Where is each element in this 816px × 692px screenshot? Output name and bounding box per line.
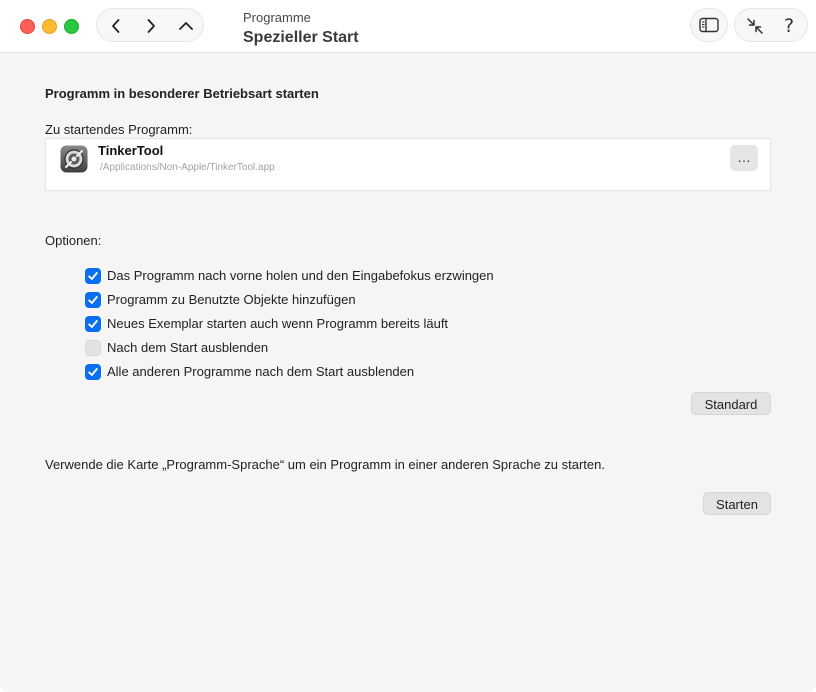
chevron-right-icon	[147, 19, 155, 33]
toolbar-right-group: ?	[734, 8, 808, 42]
checkbox-hide-after-start[interactable]	[85, 340, 101, 356]
navigation-group	[96, 8, 204, 42]
checkmark-icon	[88, 320, 98, 328]
checkmark-icon	[88, 368, 98, 376]
toggle-sidebar-button[interactable]	[690, 8, 728, 42]
chevron-up-icon	[179, 22, 193, 30]
language-note: Verwende die Karte „Programm-Sprache“ um…	[45, 457, 605, 472]
standard-button[interactable]: Standard	[691, 392, 771, 415]
window-title: Spezieller Start	[243, 29, 359, 46]
arrows-collapse-icon	[747, 18, 763, 34]
help-button[interactable]: ?	[771, 9, 807, 43]
checkmark-icon	[88, 296, 98, 304]
question-mark-icon: ?	[783, 15, 795, 37]
option-label: Programm zu Benutzte Objekte hinzufügen	[107, 292, 356, 307]
checkbox-bring-to-front[interactable]	[85, 268, 101, 284]
collapse-button[interactable]	[737, 9, 773, 43]
section-heading: Programm in besonderer Betriebsart start…	[45, 86, 319, 101]
checkbox-new-instance[interactable]	[85, 316, 101, 332]
back-button[interactable]	[99, 9, 133, 43]
zoom-window-button[interactable]	[64, 19, 79, 34]
program-selection-box[interactable]: TinkerTool /Applications/Non-Apple/Tinke…	[45, 138, 771, 191]
option-label: Das Programm nach vorne holen und den Ei…	[107, 268, 494, 283]
close-window-button[interactable]	[20, 19, 35, 34]
app-window: Programme Spezieller Start ? Programm in…	[0, 0, 816, 692]
chevron-left-icon	[112, 19, 120, 33]
checkbox-hide-others[interactable]	[85, 364, 101, 380]
start-button[interactable]: Starten	[703, 492, 771, 515]
toolbar: Programme Spezieller Start ?	[0, 0, 816, 53]
minimize-window-button[interactable]	[42, 19, 57, 34]
sidebar-icon	[699, 17, 719, 33]
program-path: /Applications/Non-Apple/TinkerTool.app	[100, 162, 275, 173]
tinkertool-app-icon	[60, 145, 88, 173]
option-label: Alle anderen Programme nach dem Start au…	[107, 364, 415, 379]
forward-button[interactable]	[134, 9, 168, 43]
choose-program-button[interactable]: …	[730, 145, 758, 171]
program-label: Zu startendes Programm:	[45, 122, 193, 137]
options-label: Optionen:	[45, 233, 102, 248]
checkmark-icon	[88, 272, 98, 280]
up-button[interactable]	[169, 9, 203, 43]
program-name: TinkerTool	[98, 143, 164, 158]
window-titles: Programme Spezieller Start	[243, 10, 359, 48]
option-label: Nach dem Start ausblenden	[107, 340, 269, 355]
checkbox-add-recent-items[interactable]	[85, 292, 101, 308]
window-subtitle: Programme	[243, 10, 311, 25]
option-label: Neues Exemplar starten auch wenn Program…	[107, 316, 449, 331]
